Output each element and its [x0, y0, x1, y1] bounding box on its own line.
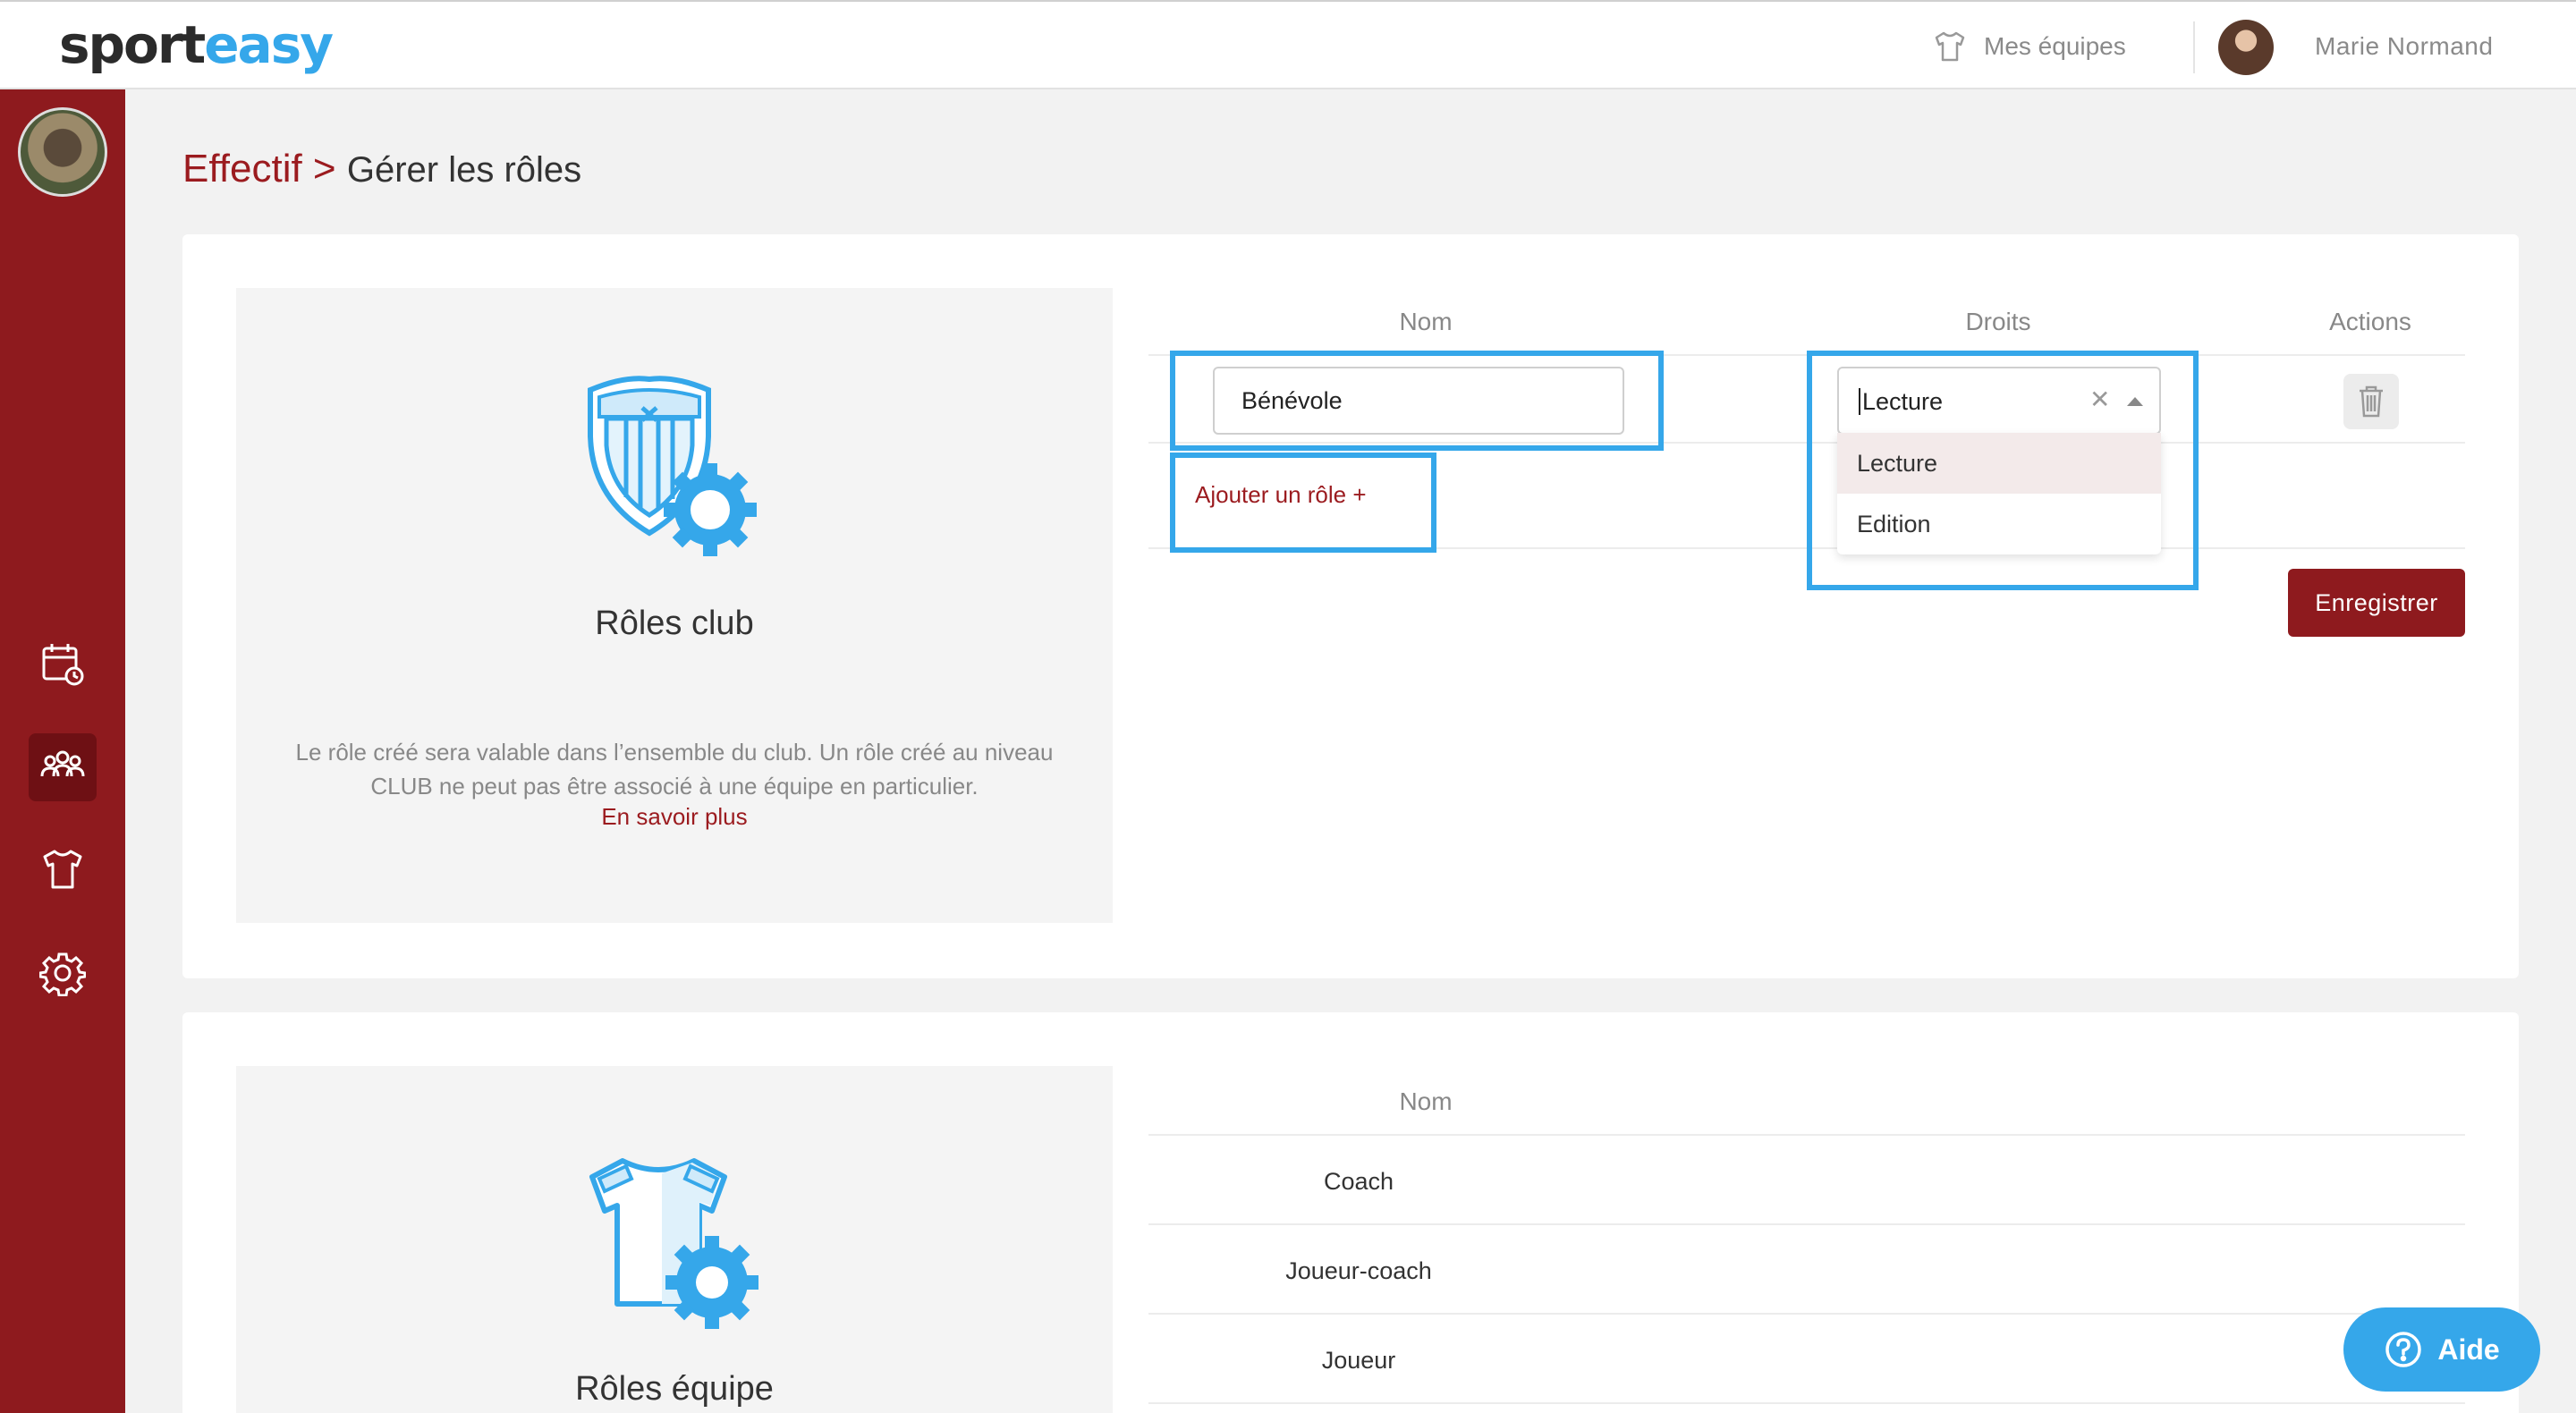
sidebar [0, 89, 125, 1413]
page-title: Effectif > Gérer les rôles [182, 147, 581, 191]
breadcrumb-current: Gérer les rôles [346, 150, 582, 190]
jersey-icon [1935, 31, 1965, 62]
highlight-box [1807, 351, 2199, 590]
logo-text-easy: easy [204, 14, 334, 75]
column-header-name: Nom [1399, 1087, 1453, 1115]
table-divider [1148, 1402, 2465, 1404]
table-divider [1148, 1134, 2465, 1136]
user-avatar[interactable] [2218, 20, 2274, 75]
team-role-row: Joueur-coach [1285, 1257, 1432, 1284]
help-button[interactable]: Aide [2343, 1307, 2540, 1392]
highlight-box [1170, 351, 1664, 451]
help-icon [2385, 1332, 2422, 1367]
highlight-box [1170, 453, 1436, 553]
save-button[interactable]: Enregistrer [2288, 569, 2465, 637]
learn-more-link[interactable]: En savoir plus [236, 803, 1113, 831]
column-header-name: Nom [1399, 308, 1453, 335]
sidebar-item-teams[interactable] [29, 835, 97, 903]
team-role-row: Joueur [1321, 1347, 1396, 1374]
table-divider [1148, 1313, 2465, 1315]
table-divider [1148, 1223, 2465, 1225]
sidebar-item-roster[interactable] [29, 733, 97, 801]
gear-icon [39, 952, 86, 996]
shield-gear-illustration [588, 376, 757, 556]
jersey-gear-illustration [589, 1158, 758, 1329]
user-name[interactable]: Marie Normand [2315, 32, 2493, 61]
my-teams-label: Mes équipes [1984, 32, 2126, 60]
club-roles-title: Rôles club [595, 605, 754, 642]
column-header-actions: Actions [2329, 308, 2411, 335]
trash-icon [2360, 385, 2383, 418]
team-roles-title: Rôles équipe [575, 1370, 774, 1408]
logo-text-sport: sport [59, 14, 206, 75]
jersey-icon [43, 850, 82, 889]
breadcrumb-section[interactable]: Effectif > [182, 147, 336, 190]
sidebar-item-calendar[interactable] [29, 630, 97, 698]
my-teams-link[interactable]: Mes équipes [1932, 27, 2126, 66]
club-roles-card: Rôles club Le rôle créé sera valable dan… [182, 234, 2519, 978]
team-members-icon [40, 750, 85, 777]
delete-role-button[interactable] [2343, 374, 2399, 429]
team-role-row: Coach [1323, 1168, 1394, 1195]
club-avatar[interactable] [18, 107, 107, 197]
team-roles-card: Rôles équipe Nom Coach Joueur-coach Joue… [182, 1012, 2519, 1413]
column-header-rights: Droits [1965, 308, 2031, 335]
top-bar: sporteasy Mes équipes Marie Normand [0, 0, 2576, 89]
sporteasy-logo[interactable]: sporteasy [59, 14, 334, 75]
team-roles-info-panel: Rôles équipe [236, 1066, 1113, 1413]
club-roles-description: Le rôle créé sera valable dans l’ensembl… [295, 739, 1054, 800]
club-roles-info-panel: Rôles club Le rôle créé sera valable dan… [236, 288, 1113, 923]
header-divider [2193, 21, 2195, 73]
help-label: Aide [2437, 1333, 2500, 1366]
sidebar-item-settings[interactable] [29, 939, 97, 1007]
calendar-icon [42, 644, 84, 686]
